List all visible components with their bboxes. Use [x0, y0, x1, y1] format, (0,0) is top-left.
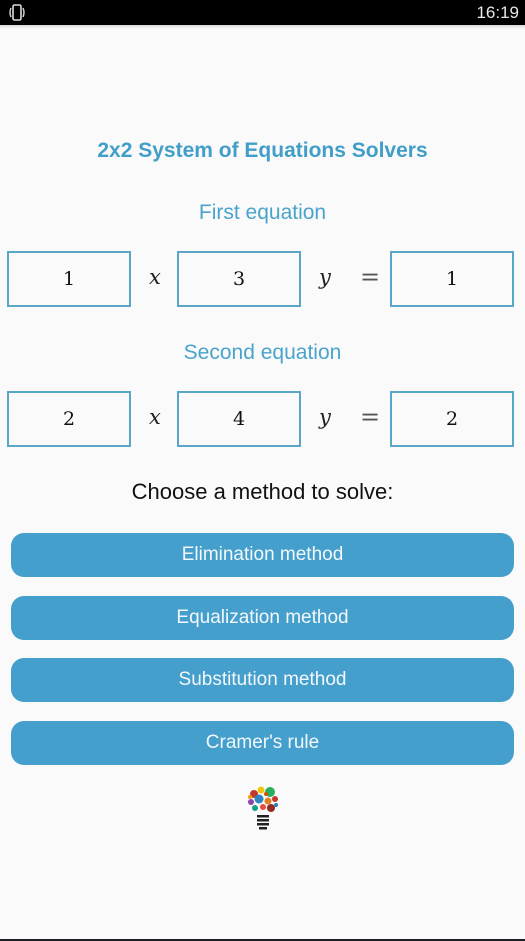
eq1-equals-sign: =	[360, 263, 381, 291]
elimination-method-button[interactable]: Elimination method	[11, 533, 514, 577]
eq2-constant-input[interactable]: 2	[390, 391, 514, 447]
eq2-coefficient-y-input[interactable]: 4	[177, 391, 301, 447]
method-prompt: Choose a method to solve:	[131, 479, 394, 504]
eq1-constant-input[interactable]: 1	[390, 251, 514, 307]
eq2-coefficient-x-input[interactable]: 2	[7, 391, 131, 447]
eq2-equals-sign: =	[360, 403, 381, 431]
phone-rotate-icon	[9, 4, 25, 21]
clock: 16:19	[476, 3, 519, 22]
cramers-rule-button[interactable]: Cramer's rule	[11, 721, 514, 765]
status-bar: 16:19	[0, 0, 525, 25]
second-equation-label: Second equation	[183, 341, 342, 364]
equalization-method-button[interactable]: Equalization method	[11, 596, 514, 640]
eq1-y-symbol: y	[319, 265, 331, 289]
eq1-x-symbol: x	[149, 265, 161, 289]
toolbar-shadow	[0, 25, 525, 29]
substitution-method-button[interactable]: Substitution method	[11, 658, 514, 702]
eq2-y-symbol: y	[319, 405, 331, 429]
page-title: 2x2 System of Equations Solvers	[97, 139, 428, 162]
first-equation-label: First equation	[198, 201, 327, 224]
eq2-x-symbol: x	[149, 405, 161, 429]
eq1-coefficient-x-input[interactable]: 1	[7, 251, 131, 307]
lightbulb-icon	[248, 786, 278, 830]
eq1-coefficient-y-input[interactable]: 3	[177, 251, 301, 307]
